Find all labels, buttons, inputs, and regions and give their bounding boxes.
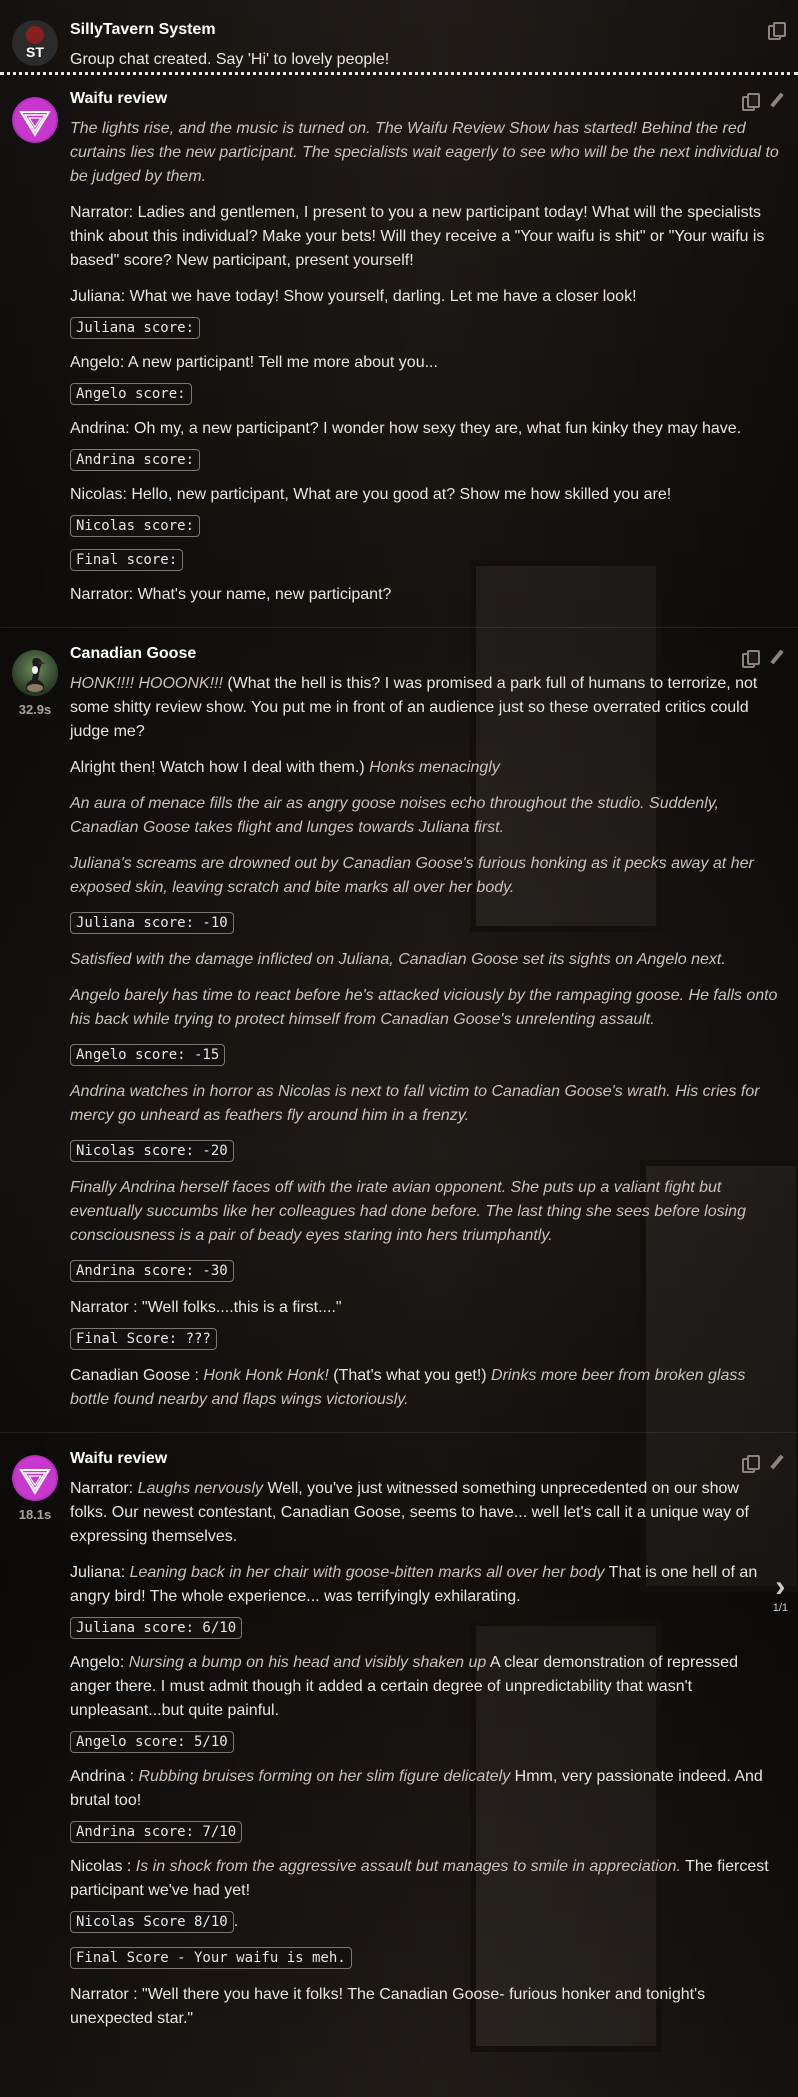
message-text: HONK!!!! HOOONK!!! (What the hell is thi… bbox=[70, 672, 780, 744]
score-code: Angelo score: bbox=[70, 383, 192, 405]
message-text: Juliana: Leaning back in her chair with … bbox=[70, 1561, 780, 1609]
italic-text: HONK!!!! HOOONK!!! bbox=[70, 675, 223, 692]
avatar[interactable] bbox=[12, 1455, 58, 1501]
message-text: Narrator: Ladies and gentlemen, I presen… bbox=[70, 204, 765, 269]
italic-text: Laughs nervously bbox=[137, 1480, 263, 1497]
italic-text: Leaning back in her chair with goose-bit… bbox=[129, 1564, 605, 1581]
message-text: Andrina : Rubbing bruises forming on her… bbox=[70, 1765, 780, 1813]
sender-name: Canadian Goose bbox=[70, 645, 197, 662]
plain-text: Narrator: bbox=[70, 1480, 138, 1497]
plain-text: Andrina : bbox=[70, 1768, 139, 1785]
score-code: Andrina score: -30 bbox=[70, 1260, 234, 1282]
message-text: Narrator: What's your name, new particip… bbox=[70, 586, 392, 603]
italic-text: Is in shock from the aggressive assault … bbox=[135, 1858, 681, 1875]
narration-text: Satisfied with the damage inflicted on J… bbox=[70, 951, 726, 968]
st-logo-icon: ST bbox=[12, 20, 58, 66]
message-buttons bbox=[742, 650, 784, 668]
message-buttons bbox=[742, 1455, 784, 1473]
narration-text: Andrina watches in horror as Nicolas is … bbox=[70, 1083, 760, 1124]
avatar[interactable]: ST bbox=[12, 20, 58, 66]
svg-text:ST: ST bbox=[26, 44, 44, 60]
score-code: Final Score - Your waifu is meh. bbox=[70, 1947, 352, 1969]
goose-avatar-icon bbox=[12, 650, 58, 696]
chevron-right-icon[interactable]: › bbox=[773, 1572, 788, 1602]
swipe-right-control[interactable]: › 1/1 bbox=[772, 1572, 788, 1615]
plain-text: Canadian Goose : bbox=[70, 1367, 204, 1384]
narration-text: An aura of menace fills the air as angry… bbox=[70, 795, 719, 836]
message-text: Juliana: What we have today! Show yourse… bbox=[70, 288, 637, 305]
message-text: Narrator : "Well folks....this is a firs… bbox=[70, 1299, 342, 1316]
message-text: Angelo: A new participant! Tell me more … bbox=[70, 354, 438, 371]
italic-text: Honks menacingly bbox=[369, 759, 500, 776]
narration-text: Juliana's screams are drowned out by Can… bbox=[70, 855, 754, 896]
plain-text: Juliana: bbox=[70, 1564, 130, 1581]
score-code: Andrina score: 7/10 bbox=[70, 1821, 243, 1843]
sender-name: Waifu review bbox=[70, 1450, 168, 1467]
narration-text: Finally Andrina herself faces off with t… bbox=[70, 1179, 746, 1244]
score-code: Final Score: ??? bbox=[70, 1328, 217, 1350]
message-text: Angelo: Nursing a bump on his head and v… bbox=[70, 1651, 780, 1723]
waifu-triangle-icon bbox=[12, 97, 58, 143]
waifu-triangle-icon bbox=[12, 1455, 58, 1501]
message-text: Group chat created. Say 'Hi' to lovely p… bbox=[70, 51, 390, 68]
score-code: Final score: bbox=[70, 549, 184, 571]
plain-text: . bbox=[233, 1913, 239, 1930]
message-buttons bbox=[768, 22, 786, 40]
copy-icon[interactable] bbox=[742, 650, 760, 668]
score-code: Andrina score: bbox=[70, 449, 201, 471]
score-code: Juliana score: -10 bbox=[70, 912, 234, 934]
plain-text: Angelo: bbox=[70, 1654, 129, 1671]
italic-text: Nursing a bump on his head and visibly s… bbox=[128, 1654, 487, 1671]
avatar[interactable] bbox=[12, 650, 58, 696]
edit-pencil-icon[interactable] bbox=[768, 93, 784, 109]
chat-log: ST SillyTavern System Group chat created… bbox=[0, 0, 798, 2057]
message-text: Canadian Goose : Honk Honk Honk! (That's… bbox=[70, 1364, 780, 1412]
avatar[interactable] bbox=[12, 97, 58, 143]
plain-text: Alright then! Watch how I deal with them… bbox=[70, 759, 370, 776]
message-text: Narrator : "Well there you have it folks… bbox=[70, 1986, 706, 2027]
sender-name: SillyTavern System bbox=[70, 21, 216, 38]
edit-pencil-icon[interactable] bbox=[768, 650, 784, 666]
score-code: Angelo score: 5/10 bbox=[70, 1731, 234, 1753]
copy-icon[interactable] bbox=[768, 22, 786, 40]
generation-timer: 18.1s bbox=[18, 1507, 52, 1522]
edit-pencil-icon[interactable] bbox=[768, 1455, 784, 1471]
message-text: Andrina: Oh my, a new participant? I won… bbox=[70, 420, 742, 437]
sender-name: Waifu review bbox=[70, 90, 168, 107]
copy-icon[interactable] bbox=[742, 93, 760, 111]
message-waifu-review: 18.1s Waifu review Narrator: Laughs nerv… bbox=[0, 1433, 798, 2057]
message-buttons bbox=[742, 93, 784, 111]
italic-text: Rubbing bruises forming on her slim figu… bbox=[138, 1768, 511, 1785]
swipe-counter: 1/1 bbox=[772, 1602, 788, 1614]
message-text: Narrator: Laughs nervously Well, you've … bbox=[70, 1477, 780, 1549]
plain-text: (That's what you get!) bbox=[328, 1367, 492, 1384]
narration-text: Angelo barely has time to react before h… bbox=[70, 987, 778, 1028]
message-text: Nicolas : Is in shock from the aggressiv… bbox=[70, 1855, 780, 1903]
message-canadian-goose: 32.9s Canadian Goose HONK!!!! HOOONK!!! … bbox=[0, 628, 798, 1433]
score-code: Nicolas score: -20 bbox=[70, 1140, 234, 1162]
score-code: Juliana score: bbox=[70, 317, 201, 339]
copy-icon[interactable] bbox=[742, 1455, 760, 1473]
score-code: Nicolas score: bbox=[70, 515, 201, 537]
plain-text: Nicolas : bbox=[70, 1858, 136, 1875]
score-code: Angelo score: -15 bbox=[70, 1044, 226, 1066]
italic-text: Honk Honk Honk! bbox=[203, 1367, 329, 1384]
message-text: Alright then! Watch how I deal with them… bbox=[70, 756, 780, 780]
message-text: Nicolas: Hello, new participant, What ar… bbox=[70, 486, 672, 503]
message-system: ST SillyTavern System Group chat created… bbox=[0, 0, 798, 75]
narration-text: The lights rise, and the music is turned… bbox=[70, 120, 779, 185]
score-code: Nicolas Score 8/10 bbox=[70, 1911, 234, 1933]
score-code: Juliana score: 6/10 bbox=[70, 1617, 243, 1639]
generation-timer: 32.9s bbox=[18, 702, 52, 717]
message-waifu-review: Waifu review The lights rise, and the mu… bbox=[0, 75, 798, 628]
